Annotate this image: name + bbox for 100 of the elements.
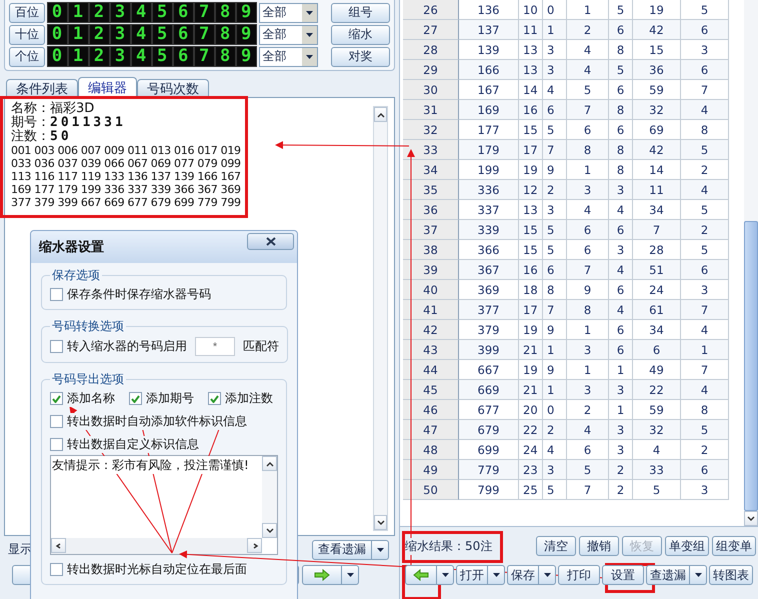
row-number: 40: [403, 280, 459, 300]
table-cell: 42: [633, 20, 681, 40]
table-cell: 3: [609, 440, 633, 460]
table-cell: 13: [519, 200, 543, 220]
table-cell: 21: [519, 380, 543, 400]
table-cell: 179: [459, 140, 519, 160]
editor-number-line: 001 003 006 007 009 011 013 016 017 019: [11, 144, 242, 157]
table-cell: 336: [459, 180, 519, 200]
row-number: 37: [403, 220, 459, 240]
table-cell: 4: [543, 440, 567, 460]
table-cell: 5: [681, 0, 729, 20]
row-number: 45: [403, 380, 459, 400]
table-cell: 366: [459, 240, 519, 260]
editor-number-line: 113 116 117 119 133 136 137 139 166 167: [11, 170, 242, 183]
checkbox-label: 添加名称: [67, 390, 115, 407]
table-cell: 2: [543, 420, 567, 440]
table-cell: 337: [459, 200, 519, 220]
editor-header-line: 注数：50: [11, 130, 73, 144]
checkbox-label: 保存条件时保存缩水器号码: [67, 286, 211, 303]
table-cell: 59: [633, 400, 681, 420]
table-cell: 4: [567, 200, 609, 220]
table-cell: 3: [609, 240, 633, 260]
checkbox-label: 转出数据时光标自动定位在最后面: [67, 561, 247, 578]
dialog-title: 缩水器设置: [39, 238, 104, 256]
table-cell: 1: [609, 400, 633, 420]
table-cell: 136: [459, 0, 519, 20]
table-cell: 8: [609, 40, 633, 60]
table-cell: 5: [681, 140, 729, 160]
table-cell: 7: [567, 100, 609, 120]
table-cell: 4: [609, 200, 633, 220]
row-number: 32: [403, 120, 459, 140]
table-cell: 679: [459, 420, 519, 440]
table-cell: 167: [459, 80, 519, 100]
table-cell: 0: [543, 400, 567, 420]
table-cell: 15: [633, 40, 681, 60]
table-cell: 399: [459, 340, 519, 360]
table-cell: 9: [543, 320, 567, 340]
table-cell: 6: [681, 60, 729, 80]
table-cell: 2: [567, 20, 609, 40]
table-cell: 6: [609, 320, 633, 340]
table-cell: 6: [543, 260, 567, 280]
table-cell: 1: [543, 340, 567, 360]
row-number: 50: [403, 480, 459, 500]
table-cell: 7: [681, 80, 729, 100]
table-cell: 699: [459, 440, 519, 460]
checkbox-label: 添加期号: [146, 390, 194, 407]
row-number: 47: [403, 420, 459, 440]
row-number: 31: [403, 100, 459, 120]
table-cell: 6: [567, 440, 609, 460]
table-cell: 8: [609, 160, 633, 180]
row-number: 43: [403, 340, 459, 360]
table-cell: 5: [609, 60, 633, 80]
editor-header-line: 名称：福彩3D: [11, 102, 96, 116]
table-cell: 1: [567, 360, 609, 380]
row-number: 44: [403, 360, 459, 380]
table-cell: 2: [609, 460, 633, 480]
table-cell: 4: [567, 60, 609, 80]
table-cell: 6: [633, 340, 681, 360]
table-cell: 6: [681, 460, 729, 480]
table-cell: 21: [519, 340, 543, 360]
table-cell: 3: [543, 460, 567, 480]
table-cell: 15: [519, 220, 543, 240]
table-cell: 32: [633, 100, 681, 120]
table-cell: 137: [459, 20, 519, 40]
table-cell: 169: [459, 100, 519, 120]
table-cell: 24: [519, 440, 543, 460]
table-cell: 17: [519, 300, 543, 320]
text-area-text: 友情提示：彩市有风险，投注需谨慎!: [51, 456, 249, 474]
table-cell: 18: [519, 280, 543, 300]
table-cell: 379: [459, 320, 519, 340]
table-cell: 367: [459, 260, 519, 280]
table-cell: 6: [543, 100, 567, 120]
table-cell: 3: [567, 380, 609, 400]
table-cell: 19: [519, 160, 543, 180]
table-cell: 377: [459, 300, 519, 320]
table-cell: 22: [519, 420, 543, 440]
table-cell: 34: [633, 200, 681, 220]
table-cell: 1: [567, 320, 609, 340]
table-cell: 51: [633, 260, 681, 280]
table-cell: 5: [633, 480, 681, 500]
table-cell: 3: [543, 200, 567, 220]
table-cell: 4: [609, 300, 633, 320]
table-cell: 199: [459, 160, 519, 180]
table-cell: 5: [681, 420, 729, 440]
table-cell: 8: [567, 300, 609, 320]
table-cell: 11: [519, 20, 543, 40]
field-label: 匹配符: [243, 338, 279, 355]
checkbox-label: 转入缩水器的号码启用: [67, 338, 187, 355]
table-cell: 779: [459, 460, 519, 480]
table-cell: 5: [543, 480, 567, 500]
table-cell: 19: [633, 0, 681, 20]
table-cell: 7: [543, 140, 567, 160]
table-cell: 42: [633, 140, 681, 160]
table-cell: 19: [519, 360, 543, 380]
table-cell: 5: [543, 220, 567, 240]
row-number: 39: [403, 260, 459, 280]
table-cell: 4: [567, 420, 609, 440]
table-cell: 3: [681, 40, 729, 60]
table-cell: 4: [567, 40, 609, 60]
row-number: 48: [403, 440, 459, 460]
